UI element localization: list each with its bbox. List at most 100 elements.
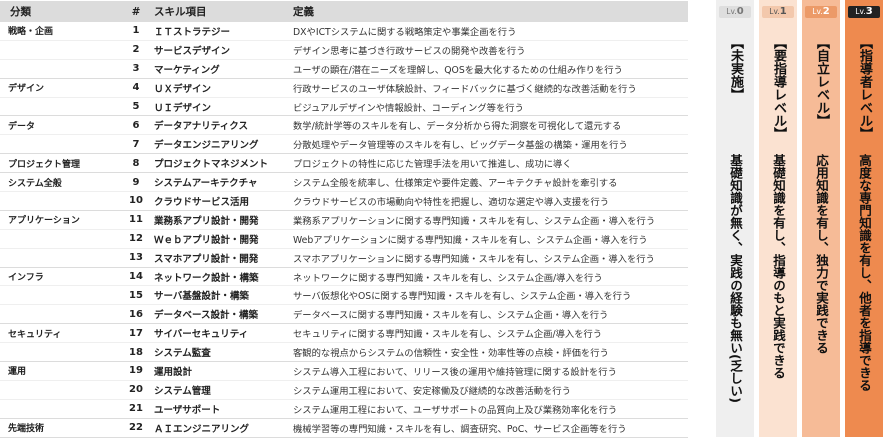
table-row: 運用 19 運用設計 システム導入工程において、リリース後の運用や維持管理に関する設計… — [0, 362, 688, 381]
cell-number: 11 — [129, 214, 143, 226]
cell-skill-item: ユーザサポート — [154, 404, 221, 416]
cell-number: 6 — [132, 119, 140, 131]
table-row: 7 データエンジニアリング 分散処理やデータ管理等のスキルを有し、ビッグデータ基盤の… — [0, 135, 688, 155]
cell-definition: クラウドサービスの市場動向や特性を把握し、適切な選定や導入支援を行う — [293, 196, 610, 208]
cell-skill-item: サーバ基盤設計・構築 — [154, 291, 249, 303]
cell-number: 9 — [132, 176, 140, 188]
cell-number: 2 — [132, 44, 140, 56]
level-1-column: Lv.1 【要指導レベル】 基礎知識を有し、指導のもと実践できる — [759, 0, 797, 437]
cell-category: アプリケーション — [8, 216, 80, 227]
table-row: インフラ 14 ネットワーク設計・構築 ネットワークに関する専門知識・スキルを有し、シ… — [0, 268, 688, 287]
table-row: 12 Ｗｅｂアプリ設計・開発 Webアプリケーションに関する専門知識・スキルを有し、… — [0, 230, 688, 249]
level-3-badge: Lv.3 — [848, 6, 880, 18]
cell-skill-item: システムアーキテクチャ — [154, 178, 258, 190]
cell-definition: 分散処理やデータ管理等のスキルを有し、ビッグデータ基盤の構築・運用を行う — [293, 140, 628, 152]
cell-skill-item: データアナリティクス — [154, 121, 248, 133]
cell-definition: ユーザの顕在/潜在ニーズを理解し、QOSを最大化するための仕組み作りを行う — [293, 64, 623, 76]
cell-number: 1 — [132, 25, 140, 37]
cell-category: デザイン — [8, 84, 45, 95]
cell-definition: システム全般を統率し、仕様策定や要件定義、アーキテクチャ設計を牽引する — [293, 178, 618, 190]
cell-number: 18 — [129, 346, 143, 358]
table-row: 3 マーケティング ユーザの顕在/潜在ニーズを理解し、QOSを最大化するための仕組み… — [0, 60, 688, 79]
header-skill-item: スキル項目 — [154, 6, 207, 18]
cell-definition: 機械学習等の専門知識・スキルを有し、調査研究、PoC、サービス企画等を行う — [293, 423, 627, 435]
table-row: 13 スマホアプリ設計・開発 スマホアプリケーションに関する専門知識・スキルを有し、… — [0, 249, 688, 268]
cell-definition: プロジェクトの特性に応じた管理手法を用いて推進し、成功に導く — [293, 159, 572, 171]
level-3-description: 高度な専門知識を有し、他者を指導できる — [857, 154, 872, 392]
cell-skill-item: ＵＩデザイン — [154, 102, 212, 114]
cell-number: 19 — [129, 365, 143, 377]
cell-skill-item: ネットワーク設計・構築 — [154, 272, 259, 284]
cell-definition: システム運用工程において、安定稼働及び継続的な改善活動を行う — [293, 385, 571, 397]
cell-definition: 客観的な視点からシステムの信頼性・安全性・効率性等の点検・評価を行う — [293, 348, 609, 360]
table-row: 15 サーバ基盤設計・構築 サーバ仮想化やOSに関する専門知識・スキルを有し、システ… — [0, 286, 688, 306]
table-row: アプリケーション 11 業務系アプリ設計・開発 業務系アプリケーションに関する専門知識… — [0, 211, 688, 230]
cell-number: 22 — [129, 422, 143, 434]
table-row: データ 6 データアナリティクス 数学/統計学等のスキルを有し、データ分析から得た洞察… — [0, 116, 688, 136]
cell-skill-item: 業務系アプリ設計・開発 — [154, 215, 259, 227]
cell-number: 20 — [129, 384, 143, 396]
cell-category: 戦略・企画 — [8, 27, 54, 38]
cell-category: システム全般 — [8, 178, 62, 189]
cell-category: インフラ — [8, 273, 44, 284]
cell-number: 8 — [132, 157, 140, 169]
cell-definition: 業務系アプリケーションに関する専門知識・スキルを有し、システム企画・導入を行う — [293, 215, 656, 227]
level-2-prefix: Lv. — [812, 7, 823, 16]
cell-skill-item: データエンジニアリング — [154, 140, 259, 152]
level-0-column: Lv.0 【未実施】 基礎知識が無く、実践の経験も無い(乏しい) — [716, 0, 754, 437]
table-header: 分類 # スキル項目 定義 — [0, 1, 688, 22]
level-1-description: 基礎知識を有し、指導のもと実践できる — [771, 154, 786, 379]
cell-definition: 行政サービスのユーザ体験設計、フィードバックに基づく継続的な改善活動を行う — [293, 83, 637, 95]
cell-number: 17 — [129, 327, 143, 339]
cell-skill-item: サイバーセキュリティ — [154, 329, 249, 341]
level-3-column: Lv.3 【指導者レベル】 高度な専門知識を有し、他者を指導できる — [845, 0, 883, 437]
table-row: システム全般 9 システムアーキテクチャ システム全般を統率し、仕様策定や要件定義、ア… — [0, 173, 688, 193]
table-row: 20 システム管理 システム運用工程において、安定稼働及び継続的な改善活動を行う — [0, 381, 688, 400]
table-row: 10 クラウドサービス活用 クラウドサービスの市場動向や特性を把握し、適切な選定や導… — [0, 192, 688, 211]
level-0-prefix: Lv. — [726, 7, 737, 16]
cell-skill-item: ＡＩエンジニアリング — [154, 423, 250, 435]
table-row: デザイン 4 ＵＸデザイン 行政サービスのユーザ体験設計、フィードバックに基づく継続的… — [0, 79, 688, 98]
cell-category: 運用 — [8, 367, 27, 378]
cell-number: 4 — [132, 82, 140, 94]
header-category: 分類 — [10, 6, 31, 18]
cell-definition: サーバ仮想化やOSに関する専門知識・スキルを有し、システム企画・導入を行う — [293, 291, 632, 303]
cell-number: 16 — [129, 308, 143, 320]
level-1-number: 1 — [779, 6, 787, 17]
cell-skill-item: マーケティング — [154, 64, 220, 76]
table-row: 先端技術 22 ＡＩエンジニアリング 機械学習等の専門知識・スキルを有し、調査研究、P… — [0, 419, 688, 438]
table-row: 18 システム監査 客観的な視点からシステムの信頼性・安全性・効率性等の点検・評価を… — [0, 343, 688, 363]
cell-definition: システム運用工程において、ユーザサポートの品質向上及び業務効率化を行う — [293, 404, 618, 416]
level-2-description: 応用知識を有し、独力で実践できる — [814, 154, 829, 354]
cell-definition: デザイン思考に基づき行政サービスの開発や改善を行う — [293, 45, 526, 57]
cell-number: 10 — [129, 195, 143, 207]
level-0-badge: Lv.0 — [719, 6, 751, 18]
cell-definition: ネットワークに関する専門知識・スキルを有し、システム企画/導入を行う — [293, 272, 603, 284]
cell-number: 15 — [129, 289, 143, 301]
table-row: 2 サービスデザイン デザイン思考に基づき行政サービスの開発や改善を行う — [0, 41, 688, 60]
level-3-prefix: Lv. — [855, 7, 866, 16]
level-2-column: Lv.2 【自立レベル】 応用知識を有し、独力で実践できる — [802, 0, 840, 437]
cell-number: 21 — [129, 403, 143, 415]
level-0-description: 基礎知識が無く、実践の経験も無い(乏しい) — [728, 154, 743, 403]
cell-number: 7 — [132, 138, 140, 150]
cell-definition: Webアプリケーションに関する専門知識・スキルを有し、システム企画・導入を行う — [293, 234, 648, 246]
cell-definition: スマホアプリケーションに関する専門知識・スキルを有し、システム企画・導入を行う — [293, 253, 655, 265]
cell-category: 先端技術 — [8, 424, 45, 435]
cell-skill-item: システム管理 — [154, 385, 211, 397]
cell-category: プロジェクト管理 — [8, 159, 81, 170]
cell-skill-item: システム監査 — [154, 348, 211, 360]
cell-skill-item: ＩＴストラテジー — [154, 26, 231, 38]
cell-definition: ビジュアルデザインや情報設計、コーディング等を行う — [293, 102, 524, 114]
cell-skill-item: データベース設計・構築 — [154, 310, 259, 322]
cell-definition: データベースに関する専門知識・スキルを有し、システム企画・導入を行う — [293, 310, 609, 322]
cell-number: 14 — [129, 271, 143, 283]
table-row: プロジェクト管理 8 プロジェクトマネジメント プロジェクトの特性に応じた管理手法を用… — [0, 154, 688, 174]
level-2-title: 【自立レベル】 — [814, 36, 829, 127]
header-definition: 定義 — [293, 6, 314, 18]
level-1-badge: Lv.1 — [762, 6, 794, 18]
level-3-title: 【指導者レベル】 — [857, 36, 872, 140]
cell-definition: 数学/統計学等のスキルを有し、データ分析から得た洞察を可視化して還元する — [293, 121, 622, 133]
cell-number: 13 — [129, 252, 143, 264]
level-0-number: 0 — [736, 6, 744, 17]
